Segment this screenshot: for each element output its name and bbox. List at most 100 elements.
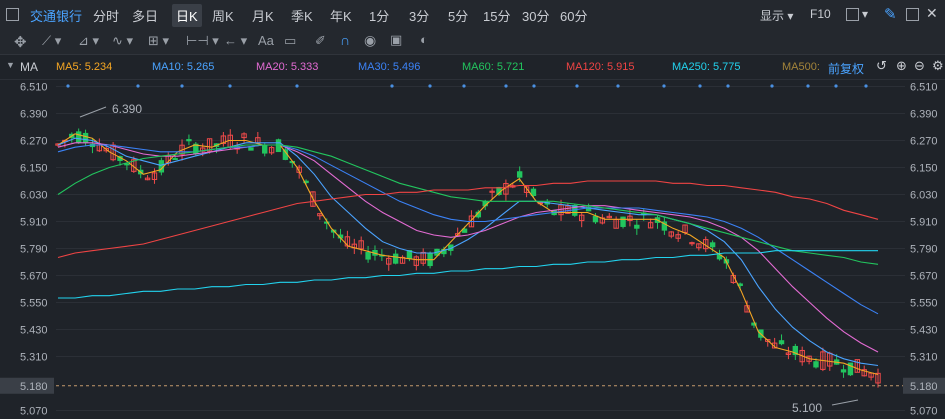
candle-body xyxy=(709,242,716,248)
event-marker[interactable] xyxy=(228,84,232,88)
event-marker[interactable] xyxy=(428,84,432,88)
undo-icon[interactable]: ↺ xyxy=(876,58,887,74)
candle-body xyxy=(172,158,178,161)
close-icon[interactable]: ✕ xyxy=(926,5,938,22)
event-marker[interactable] xyxy=(504,84,508,88)
event-marker[interactable] xyxy=(180,84,184,88)
event-marker[interactable] xyxy=(66,84,70,88)
ma-legend-item: MA60: 5.721 xyxy=(462,61,525,73)
magnet-icon[interactable]: ∩ xyxy=(340,32,350,48)
event-marker[interactable] xyxy=(864,84,868,88)
arrow-tool-icon[interactable]: ← ▾ xyxy=(224,33,247,49)
event-marker[interactable] xyxy=(834,84,838,88)
kline-chart[interactable]: 6.510 6.390 6.270 6.150 6.030 5.910 5.790 5.670… xyxy=(0,80,945,419)
ma-legend-item: MA30: 5.496 xyxy=(358,61,421,73)
zoom-in-icon[interactable]: ⊕ xyxy=(896,58,907,74)
range-tool-icon[interactable]: ⊢⊣ ▾ xyxy=(186,33,219,49)
candle-body xyxy=(262,144,268,154)
y-tick-label-right: 5.070 xyxy=(910,406,938,418)
event-marker[interactable] xyxy=(616,84,620,88)
candle-body xyxy=(82,132,89,144)
y-tick-label-right: 6.390 xyxy=(910,109,938,121)
ma-legend-item: MA250: 5.775 xyxy=(672,61,741,73)
ma-legend-item: MA10: 5.265 xyxy=(152,61,215,73)
period-tab[interactable]: 分时 xyxy=(93,6,119,25)
y-tick-label-left: 6.270 xyxy=(20,136,48,148)
event-marker[interactable] xyxy=(390,84,394,88)
event-marker[interactable] xyxy=(462,84,466,88)
toggle-icon[interactable]: ◐ xyxy=(420,32,428,47)
y-tick-label-left: 5.070 xyxy=(20,406,48,418)
y-tick-label-right: 5.550 xyxy=(910,298,938,310)
y-tick-label-right: 5.430 xyxy=(910,325,938,337)
move-icon[interactable]: ✥ xyxy=(14,33,27,51)
trash-icon[interactable]: ▣ xyxy=(390,32,402,48)
ma-legend-item: MA500: xyxy=(782,61,820,73)
indicator-label[interactable]: MA xyxy=(20,60,38,74)
event-marker[interactable] xyxy=(698,84,702,88)
ma-legend-item: MA20: 5.333 xyxy=(256,61,319,73)
event-marker[interactable] xyxy=(726,84,730,88)
candle-body xyxy=(620,216,626,227)
pen-icon[interactable]: ✎ xyxy=(884,5,897,23)
display-dropdown[interactable]: 显示 ▾ xyxy=(760,7,793,24)
channel-tool-icon[interactable]: ⊿ ▾ xyxy=(78,33,99,49)
eye-icon[interactable]: ◉ xyxy=(364,32,376,49)
period-tab[interactable]: 年K xyxy=(330,6,352,25)
ma-line-ma20 xyxy=(57,142,879,353)
eraser-icon[interactable]: ✐ xyxy=(315,33,326,49)
period-tab[interactable]: 3分 xyxy=(409,6,429,25)
text-tool-icon[interactable]: Aa xyxy=(258,33,274,48)
y-tick-label-left: 6.030 xyxy=(20,190,48,202)
adjust-mode-dropdown[interactable]: 前复权 xyxy=(828,60,864,77)
period-tab[interactable]: 日K xyxy=(172,4,202,27)
window-mode-icon[interactable] xyxy=(846,8,859,21)
period-tab[interactable]: 60分 xyxy=(560,6,587,25)
event-marker[interactable] xyxy=(770,84,774,88)
period-tab[interactable]: 15分 xyxy=(483,6,510,25)
candle-body xyxy=(186,139,192,142)
event-marker[interactable] xyxy=(295,84,299,88)
period-tab[interactable]: 1分 xyxy=(369,6,389,25)
event-marker[interactable] xyxy=(662,84,666,88)
indicator-dropdown-icon[interactable]: ▼ xyxy=(6,60,15,70)
candle-body xyxy=(530,188,537,197)
y-tick-label-right: 6.270 xyxy=(910,136,938,148)
candle-body xyxy=(248,147,254,151)
candle-body xyxy=(392,253,399,264)
event-marker[interactable] xyxy=(575,84,579,88)
ma-line-ma120 xyxy=(57,180,879,259)
maximize-icon[interactable] xyxy=(906,8,919,21)
candle-body xyxy=(75,131,82,143)
zoom-out-icon[interactable]: ⊖ xyxy=(914,58,925,74)
fibonacci-tool-icon[interactable]: ⊞ ▾ xyxy=(148,33,169,49)
candle-body xyxy=(634,224,640,229)
ma-legend-item: MA5: 5.234 xyxy=(56,61,113,73)
y-tick-label-right: 5.910 xyxy=(910,217,938,229)
settings-icon[interactable]: ⚙ xyxy=(932,58,944,74)
period-tab[interactable]: 30分 xyxy=(522,6,549,25)
f10-button[interactable]: F10 xyxy=(810,7,831,21)
event-marker[interactable] xyxy=(532,84,536,88)
wave-tool-icon[interactable]: ∿ ▾ xyxy=(112,33,133,49)
stock-name[interactable]: 交通银行 xyxy=(30,6,82,25)
period-tab[interactable]: 周K xyxy=(212,6,234,25)
period-tab[interactable]: 月K xyxy=(252,6,274,25)
y-tick-label-left: 5.790 xyxy=(20,244,48,256)
candle-body xyxy=(124,163,130,166)
chevron-down-icon[interactable]: ▾ xyxy=(862,7,868,21)
y-tick-label-right: 6.030 xyxy=(910,190,938,202)
period-tab[interactable]: 多日 xyxy=(132,6,158,25)
candle-body xyxy=(516,171,523,178)
period-tab[interactable]: 5分 xyxy=(448,6,468,25)
current-price-label-left: 5.180 xyxy=(20,381,48,393)
y-tick-label-right: 5.310 xyxy=(910,352,938,364)
y-tick-label-left: 6.510 xyxy=(20,82,48,94)
event-marker[interactable] xyxy=(806,84,810,88)
period-tab[interactable]: 季K xyxy=(291,6,313,25)
line-tool-icon[interactable]: ⟋ ▾ xyxy=(42,33,61,49)
comment-icon[interactable]: ▭ xyxy=(284,33,296,49)
sidebar-toggle-icon[interactable] xyxy=(6,8,19,21)
event-marker[interactable] xyxy=(136,84,140,88)
drawing-toolbar: ✥ ⟋ ▾ ⊿ ▾ ∿ ▾ ⊞ ▾ ⊢⊣ ▾ ← ▾ Aa ▭ ✐ ∩ ◉ ▣ … xyxy=(0,28,945,55)
